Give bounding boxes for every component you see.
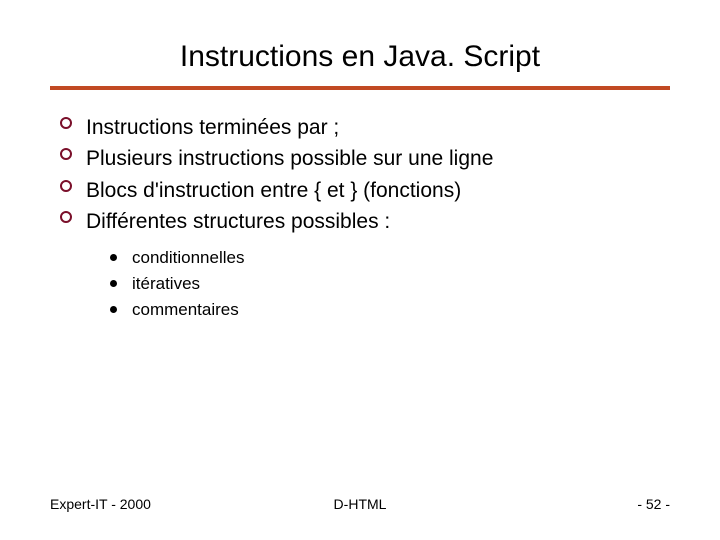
dot-bullet-icon [110, 306, 117, 313]
list-item: itératives [110, 272, 670, 297]
list-item: commentaires [110, 298, 670, 323]
title-underline [50, 86, 670, 90]
bullet-text: itératives [132, 274, 200, 293]
bullet-text: commentaires [132, 300, 239, 319]
bullet-text: Instructions terminées par ; [86, 116, 339, 139]
list-item: conditionnelles [110, 246, 670, 271]
bullet-text: Plusieurs instructions possible sur une … [86, 147, 493, 170]
bullet-text: conditionnelles [132, 248, 244, 267]
list-item: Différentes structures possibles : [60, 208, 670, 236]
circle-bullet-icon [60, 211, 72, 223]
circle-bullet-icon [60, 117, 72, 129]
slide-title: Instructions en Java. Script [50, 40, 670, 74]
footer-left: Expert-IT - 2000 [50, 496, 151, 512]
bullet-list-level-2: conditionnelles itératives commentaires [50, 246, 670, 322]
circle-bullet-icon [60, 180, 72, 192]
dot-bullet-icon [110, 280, 117, 287]
circle-bullet-icon [60, 148, 72, 160]
list-item: Instructions terminées par ; [60, 114, 670, 142]
footer-center: D-HTML [334, 496, 387, 512]
footer-right: - 52 - [637, 496, 670, 512]
list-item: Plusieurs instructions possible sur une … [60, 145, 670, 173]
slide-footer: Expert-IT - 2000 D-HTML - 52 - [50, 496, 670, 512]
bullet-text: Blocs d'instruction entre { et } (foncti… [86, 179, 461, 202]
slide: Instructions en Java. Script Instruction… [0, 0, 720, 540]
dot-bullet-icon [110, 254, 117, 261]
bullet-text: Différentes structures possibles : [86, 210, 390, 233]
list-item: Blocs d'instruction entre { et } (foncti… [60, 177, 670, 205]
bullet-list-level-1: Instructions terminées par ; Plusieurs i… [50, 114, 670, 236]
